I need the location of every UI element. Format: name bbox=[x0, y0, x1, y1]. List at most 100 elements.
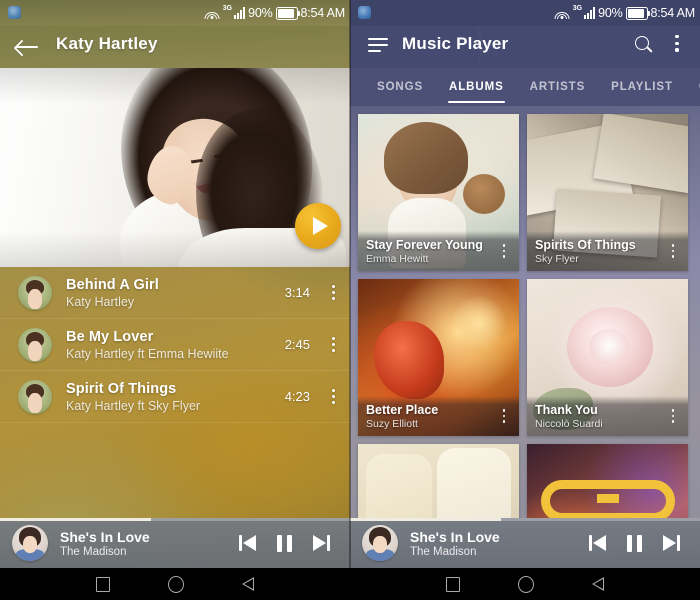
notification-area bbox=[356, 4, 374, 22]
battery-icon bbox=[625, 6, 651, 20]
now-playing-text: She's In Love The Madison bbox=[410, 529, 589, 558]
play-button[interactable] bbox=[295, 203, 341, 249]
tab-genres[interactable]: GEN bbox=[686, 68, 700, 106]
skip-next-icon[interactable] bbox=[662, 534, 680, 552]
screenshot-root: 3G 90% 8:54 AM Katy Hartley Behind A Gir… bbox=[0, 0, 700, 600]
album-card[interactable] bbox=[527, 444, 688, 518]
avatar bbox=[18, 379, 52, 414]
song-title: Be My Lover bbox=[66, 328, 154, 345]
progress-bar[interactable] bbox=[0, 518, 350, 521]
progress-bar[interactable] bbox=[350, 518, 700, 521]
right-status-bar: 3G 90% 8:54 AM bbox=[350, 0, 700, 26]
avatar bbox=[18, 275, 52, 310]
transport-controls bbox=[589, 534, 680, 552]
tab-bar: SONGS ALBUMS ARTISTS PLAYLIST GEN bbox=[350, 68, 700, 106]
song-list-item[interactable]: Be My Lover Katy Hartley ft Emma Hewiite… bbox=[0, 319, 350, 371]
network-type-label: 3G bbox=[222, 5, 233, 12]
album-card[interactable] bbox=[358, 444, 519, 518]
song-duration: 2:45 bbox=[284, 337, 310, 352]
battery-percent-label: 90% bbox=[598, 6, 623, 20]
wifi-icon bbox=[554, 7, 570, 19]
skip-next-icon[interactable] bbox=[312, 534, 330, 552]
wifi-icon bbox=[204, 7, 220, 19]
notification-icon bbox=[358, 6, 371, 19]
skip-previous-icon[interactable] bbox=[589, 534, 607, 552]
signal-bars-icon bbox=[234, 7, 246, 19]
recents-square-icon[interactable] bbox=[95, 576, 110, 592]
song-text: Behind A Girl Katy Hartley bbox=[66, 277, 285, 309]
album-caption: Spirits Of Things Sky Flyer bbox=[527, 231, 688, 271]
now-playing-text: She's In Love The Madison bbox=[60, 529, 239, 558]
overflow-icon[interactable] bbox=[497, 244, 511, 258]
album-card[interactable]: Better Place Suzy Elliott bbox=[358, 279, 519, 436]
hamburger-icon[interactable] bbox=[368, 38, 388, 56]
signal-bars-icon bbox=[584, 7, 596, 19]
tab-playlist[interactable]: PLAYLIST bbox=[598, 68, 686, 106]
song-list-item[interactable]: Spirit Of Things Katy Hartley ft Sky Fly… bbox=[0, 371, 350, 423]
home-circle-icon[interactable] bbox=[517, 575, 534, 593]
pause-icon[interactable] bbox=[277, 534, 292, 552]
tab-artists[interactable]: ARTISTS bbox=[517, 68, 599, 106]
song-artist: Katy Hartley ft Emma Hewiite bbox=[66, 346, 229, 361]
song-list: Behind A Girl Katy Hartley 3:14 Be My Lo… bbox=[0, 267, 350, 423]
album-card[interactable]: Spirits Of Things Sky Flyer bbox=[527, 114, 688, 271]
recents-square-icon[interactable] bbox=[445, 576, 460, 592]
clock-label: 8:54 AM bbox=[300, 6, 346, 20]
play-icon bbox=[312, 217, 328, 235]
now-playing-artist: The Madison bbox=[410, 545, 477, 558]
clock-label: 8:54 AM bbox=[650, 6, 696, 20]
mini-player[interactable]: She's In Love The Madison bbox=[350, 518, 700, 568]
song-duration: 3:14 bbox=[284, 285, 310, 300]
nav-group-right bbox=[350, 568, 700, 600]
song-artist: Katy Hartley bbox=[66, 294, 135, 309]
overflow-icon[interactable] bbox=[324, 337, 342, 352]
mini-player[interactable]: She's In Love The Madison bbox=[0, 518, 350, 568]
battery-icon bbox=[275, 6, 301, 20]
now-playing-title: She's In Love bbox=[60, 528, 150, 545]
back-arrow-icon[interactable] bbox=[16, 36, 40, 58]
avatar bbox=[18, 327, 52, 362]
tab-albums[interactable]: ALBUMS bbox=[436, 68, 517, 106]
overflow-icon[interactable] bbox=[666, 409, 680, 423]
overflow-icon[interactable] bbox=[324, 285, 342, 300]
network-type-label: 3G bbox=[572, 5, 583, 12]
back-triangle-icon[interactable] bbox=[241, 576, 255, 592]
progress-fill bbox=[350, 518, 501, 521]
album-title: Spirits Of Things bbox=[535, 237, 636, 252]
notification-icon bbox=[8, 6, 21, 19]
skip-previous-icon[interactable] bbox=[239, 534, 257, 552]
pause-icon[interactable] bbox=[627, 534, 642, 552]
overflow-icon[interactable] bbox=[668, 35, 686, 52]
nav-group-left bbox=[0, 568, 350, 600]
avatar bbox=[12, 525, 48, 561]
tab-songs[interactable]: SONGS bbox=[364, 68, 436, 106]
overflow-icon[interactable] bbox=[497, 409, 511, 423]
album-caption: Better Place Suzy Elliott bbox=[358, 396, 519, 436]
song-title: Behind A Girl bbox=[66, 276, 159, 293]
album-card[interactable]: Thank You Niccolò Suardi bbox=[527, 279, 688, 436]
song-duration: 4:23 bbox=[284, 389, 310, 404]
song-list-item[interactable]: Behind A Girl Katy Hartley 3:14 bbox=[0, 267, 350, 319]
battery-percent-label: 90% bbox=[248, 6, 273, 20]
album-title: Stay Forever Young bbox=[366, 237, 483, 252]
search-icon[interactable] bbox=[635, 36, 653, 53]
overflow-icon[interactable] bbox=[324, 389, 342, 404]
status-indicators: 3G 90% 8:54 AM bbox=[554, 0, 696, 26]
overflow-icon[interactable] bbox=[666, 244, 680, 258]
transport-controls bbox=[239, 534, 330, 552]
back-triangle-icon[interactable] bbox=[591, 576, 605, 592]
page-title: Katy Hartley bbox=[56, 34, 158, 53]
album-artist: Emma Hewitt bbox=[366, 252, 429, 265]
left-app-bar-bg bbox=[0, 26, 350, 68]
song-text: Be My Lover Katy Hartley ft Emma Hewiite bbox=[66, 329, 285, 361]
album-caption: Stay Forever Young Emma Hewitt bbox=[358, 231, 519, 271]
song-text: Spirit Of Things Katy Hartley ft Sky Fly… bbox=[66, 381, 285, 413]
album-artist: Suzy Elliott bbox=[366, 417, 418, 430]
left-phone-panel: 3G 90% 8:54 AM Katy Hartley Behind A Gir… bbox=[0, 0, 350, 568]
progress-fill bbox=[0, 518, 151, 521]
avatar bbox=[362, 525, 398, 561]
song-title: Spirit Of Things bbox=[66, 380, 177, 397]
home-circle-icon[interactable] bbox=[167, 575, 184, 593]
album-card[interactable]: Stay Forever Young Emma Hewitt bbox=[358, 114, 519, 271]
album-caption: Thank You Niccolò Suardi bbox=[527, 396, 688, 436]
